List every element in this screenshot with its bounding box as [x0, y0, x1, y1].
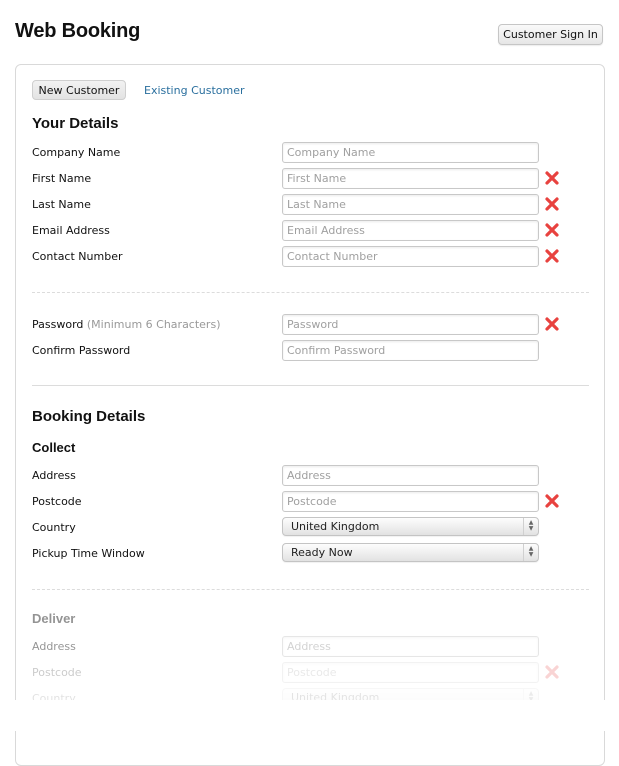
select-arrows-icon: ▲▼: [523, 518, 538, 535]
error-x-icon: [545, 665, 559, 679]
error-x-icon: [545, 223, 559, 237]
last-name-label: Last Name: [32, 198, 91, 211]
deliver-postcode-row: Postcode: [32, 662, 592, 684]
collect-heading: Collect: [32, 440, 76, 455]
contact-number-label: Contact Number: [32, 250, 123, 263]
collect-country-value: United Kingdom: [291, 520, 380, 533]
password-row: Password (Minimum 6 Characters): [32, 314, 592, 336]
collect-country-row: Country United Kingdom ▲ ▼: [32, 517, 592, 539]
error-x-icon: [545, 171, 559, 185]
email-address-input[interactable]: [282, 220, 539, 241]
password-input[interactable]: [282, 314, 539, 335]
pickup-time-window-select[interactable]: Ready Now ▲ ▼: [282, 543, 539, 562]
confirm-password-row: Confirm Password: [32, 340, 592, 362]
deliver-address-input[interactable]: [282, 636, 539, 657]
collect-address-label: Address: [32, 469, 76, 482]
your-details-heading: Your Details: [32, 115, 119, 132]
email-address-row: Email Address: [32, 220, 592, 242]
bottom-fade-overlay: [0, 700, 619, 731]
error-x-icon: [545, 317, 559, 331]
collect-address-row: Address: [32, 465, 592, 487]
collect-postcode-input[interactable]: [282, 491, 539, 512]
confirm-password-input[interactable]: [282, 340, 539, 361]
booking-form-panel: New Customer Existing Customer Your Deta…: [15, 64, 605, 766]
error-x-icon: [545, 197, 559, 211]
collect-postcode-row: Postcode: [32, 491, 592, 513]
error-x-icon: [545, 494, 559, 508]
error-x-icon: [545, 249, 559, 263]
pickup-time-window-label: Pickup Time Window: [32, 547, 145, 560]
section-divider-dashed: [32, 292, 589, 293]
company-name-input[interactable]: [282, 142, 539, 163]
tab-new-customer[interactable]: New Customer: [32, 80, 126, 100]
password-label: Password (Minimum 6 Characters): [32, 318, 220, 331]
contact-number-row: Contact Number: [32, 246, 592, 268]
deliver-heading: Deliver: [32, 611, 76, 626]
select-arrows-icon: ▲▼: [523, 544, 538, 561]
page-title: Web Booking: [15, 20, 141, 42]
first-name-input[interactable]: [282, 168, 539, 189]
collect-postcode-label: Postcode: [32, 495, 82, 508]
password-hint: (Minimum 6 Characters): [86, 318, 221, 331]
contact-number-input[interactable]: [282, 246, 539, 267]
confirm-password-label: Confirm Password: [32, 344, 131, 357]
deliver-postcode-input[interactable]: [282, 662, 539, 683]
section-divider-dashed: [32, 589, 589, 590]
last-name-input[interactable]: [282, 194, 539, 215]
company-name-row: Company Name: [32, 142, 592, 164]
password-label-text: Password: [32, 318, 84, 331]
pickup-time-window-row: Pickup Time Window Ready Now ▲ ▼: [32, 543, 592, 565]
tab-existing-customer[interactable]: Existing Customer: [144, 84, 245, 97]
booking-details-heading: Booking Details: [32, 408, 146, 425]
last-name-row: Last Name: [32, 194, 592, 216]
section-divider: [32, 385, 589, 386]
deliver-address-label: Address: [32, 640, 76, 653]
deliver-postcode-label: Postcode: [32, 666, 82, 679]
pickup-time-window-value: Ready Now: [291, 546, 353, 559]
first-name-label: First Name: [32, 172, 92, 185]
collect-country-label: Country: [32, 521, 76, 534]
first-name-row: First Name: [32, 168, 592, 190]
email-address-label: Email Address: [32, 224, 110, 237]
customer-sign-in-button[interactable]: Customer Sign In: [498, 24, 603, 45]
company-name-label: Company Name: [32, 146, 121, 159]
deliver-address-row: Address: [32, 636, 592, 658]
collect-address-input[interactable]: [282, 465, 539, 486]
customer-tabs: New Customer Existing Customer: [32, 80, 245, 100]
collect-country-select[interactable]: United Kingdom ▲ ▼: [282, 517, 539, 536]
